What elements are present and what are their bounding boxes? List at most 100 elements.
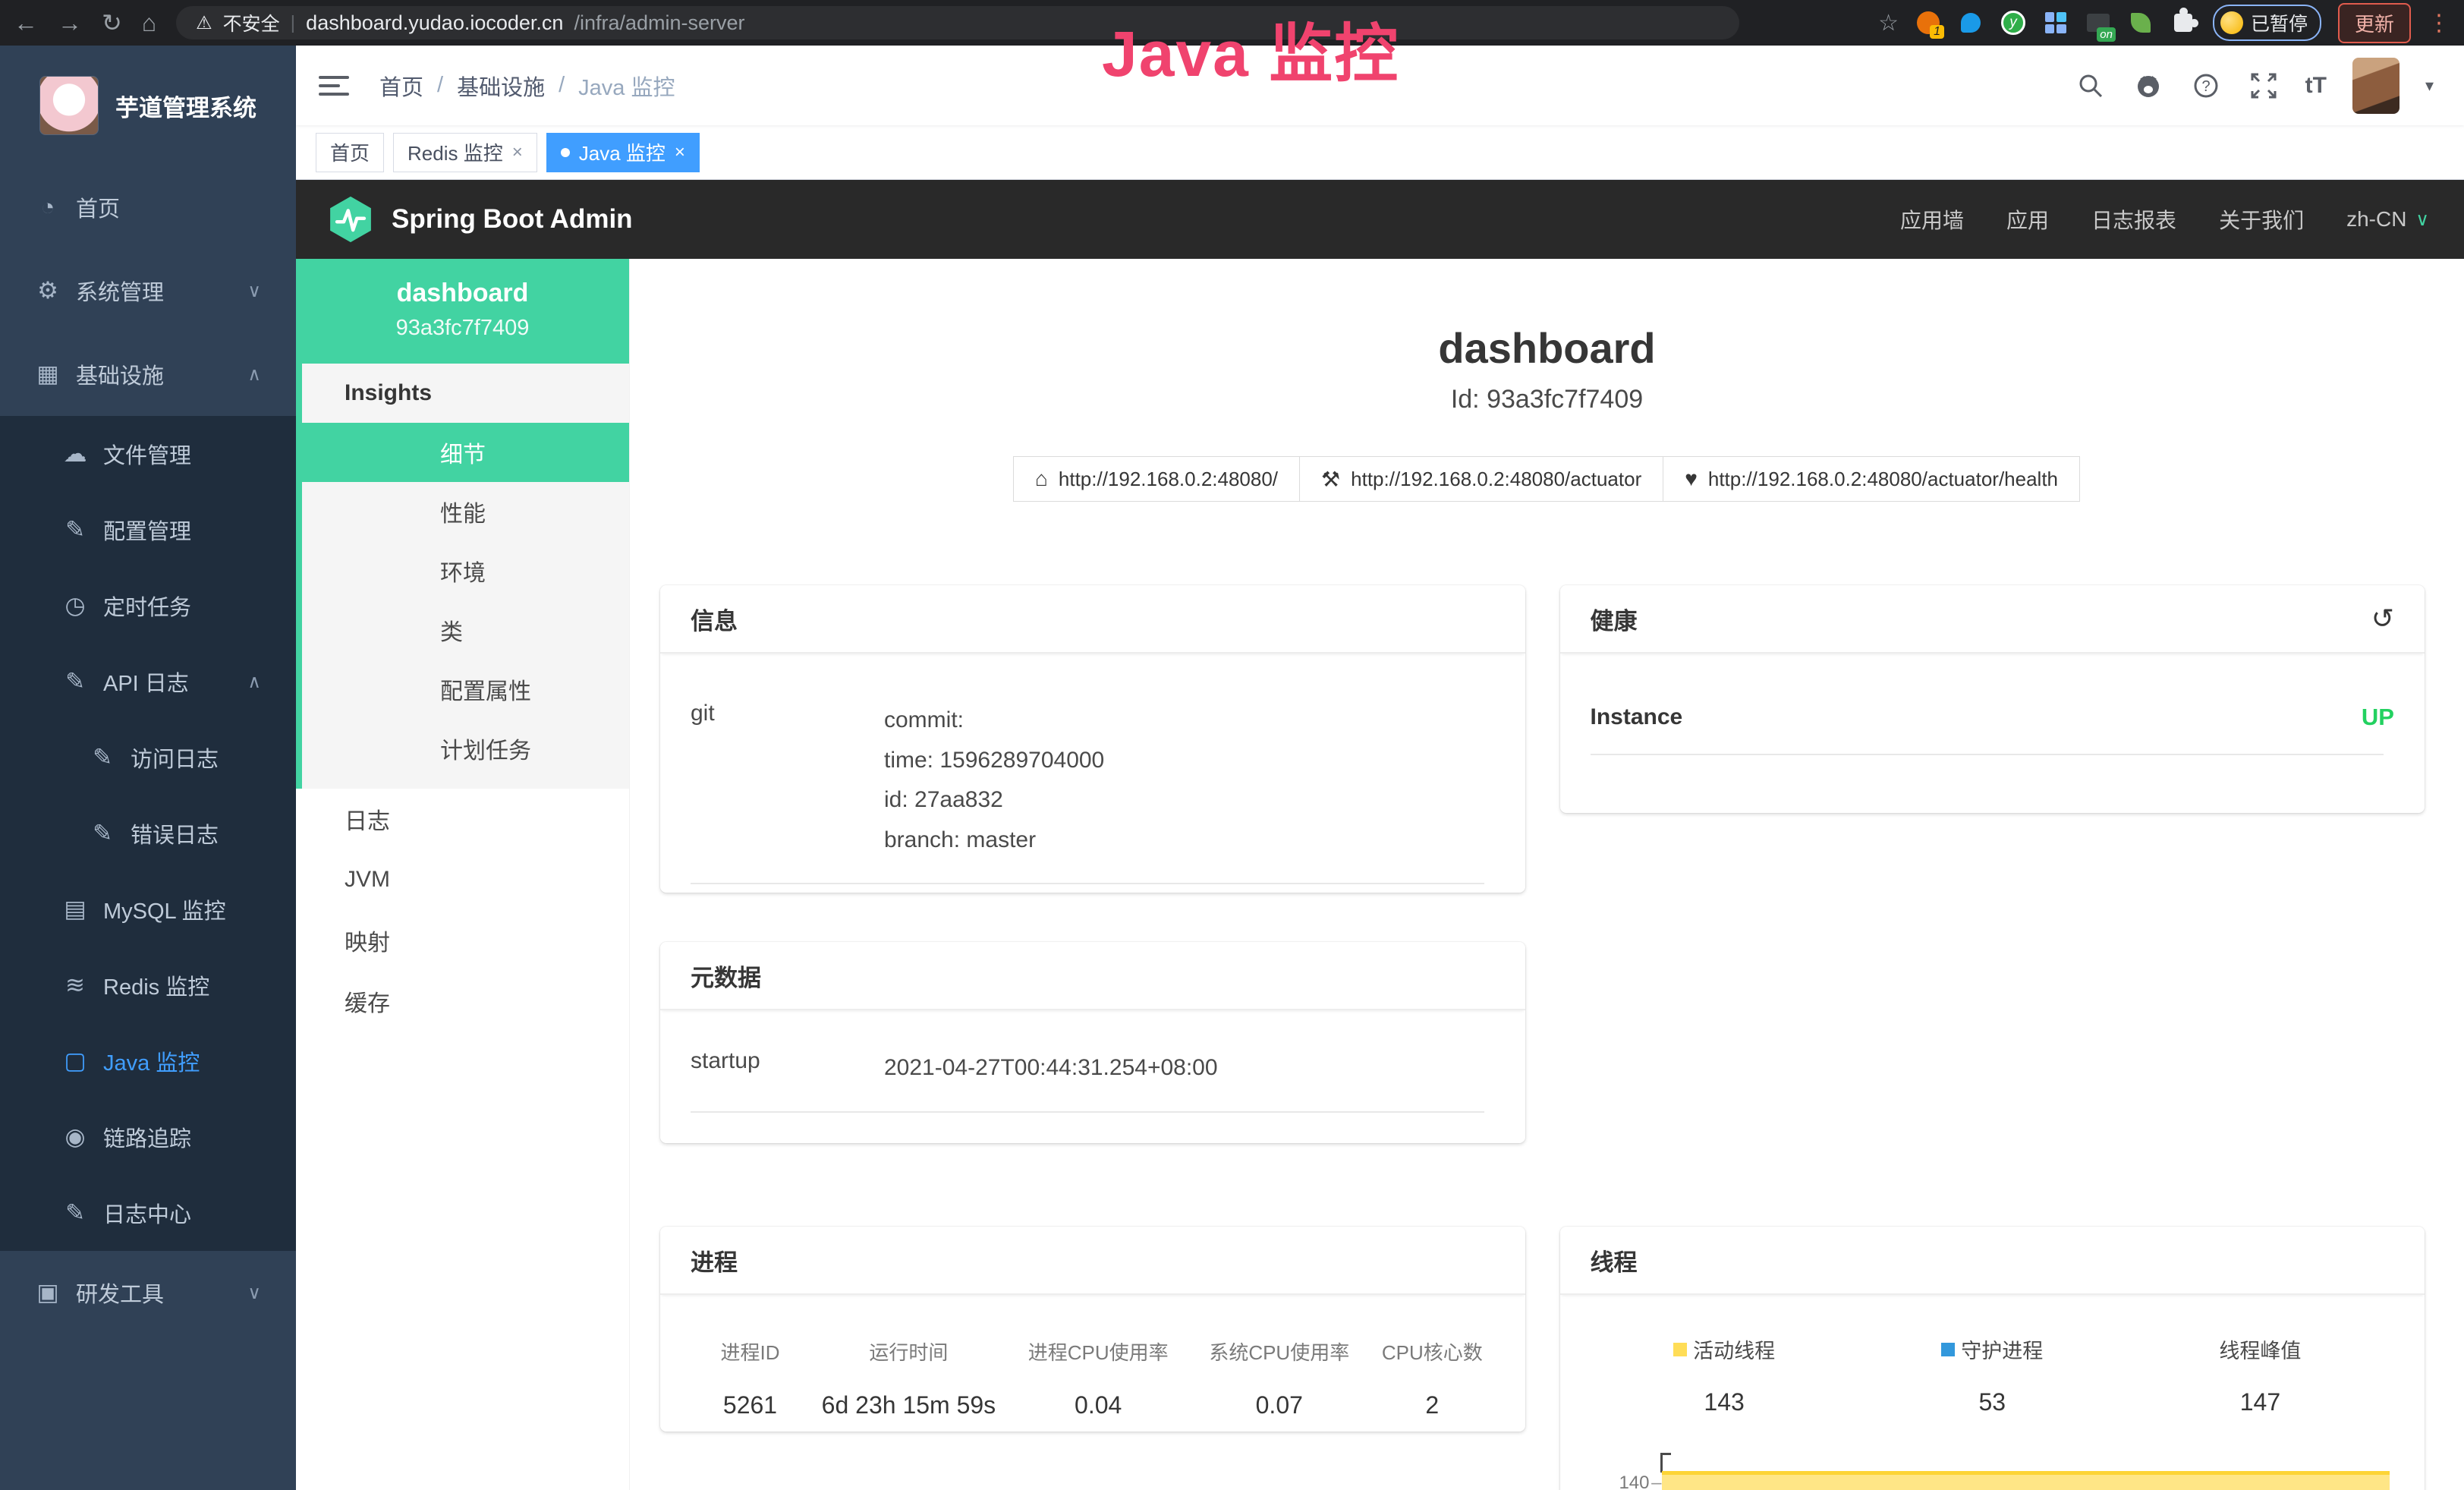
sba-item-environment[interactable]: 环境 bbox=[302, 541, 629, 600]
extension-onetab-icon[interactable]: on bbox=[2085, 10, 2111, 36]
search-icon[interactable] bbox=[2075, 70, 2107, 102]
app-logo bbox=[39, 76, 99, 135]
breadcrumb-separator: / bbox=[559, 73, 565, 98]
extensions-puzzle-icon[interactable] bbox=[2170, 10, 2196, 36]
sidebar-item-scheduled-jobs[interactable]: ◷ 定时任务 bbox=[0, 568, 296, 644]
user-avatar[interactable] bbox=[2352, 58, 2399, 114]
close-icon[interactable]: × bbox=[512, 142, 523, 163]
extension-badge-count: 1 bbox=[1930, 25, 1944, 39]
sba-locale-select[interactable]: zh-CN ∨ bbox=[2346, 207, 2429, 232]
sidebar-item-dev-tools[interactable]: ▣ 研发工具 ∨ bbox=[0, 1251, 296, 1334]
sba-item-metrics[interactable]: 性能 bbox=[302, 482, 629, 541]
process-table: 进程ID 5261 运行时间 6d 23h 15m 59s 进程CPU使用率 bbox=[691, 1337, 1495, 1419]
sba-item-details[interactable]: 细节 bbox=[296, 423, 629, 482]
sidebar-item-infrastructure[interactable]: ▦ 基础设施 ∧ bbox=[0, 332, 296, 416]
browser-menu-icon[interactable]: ⋮ bbox=[2428, 10, 2450, 36]
paused-badge[interactable]: 已暂停 bbox=[2213, 5, 2321, 41]
briefcase-icon: ▣ bbox=[30, 1279, 65, 1306]
sidebar-item-redis-monitor[interactable]: ≋ Redis 监控 bbox=[0, 947, 296, 1023]
sba-nav-journal[interactable]: 日志报表 bbox=[2091, 204, 2176, 235]
instance-actuator-link[interactable]: ⚒ http://192.168.0.2:48080/actuator bbox=[1299, 456, 1663, 502]
sba-item-jvm[interactable]: JVM bbox=[296, 849, 629, 910]
sidebar-item-api-log[interactable]: ✎ API 日志 ∧ bbox=[0, 644, 296, 720]
bookmark-star-icon[interactable]: ☆ bbox=[1878, 10, 1899, 36]
browser-back-icon[interactable]: ← bbox=[14, 11, 38, 35]
sba-nav-wallboard[interactable]: 应用墙 bbox=[1900, 204, 1964, 235]
axis-line bbox=[1660, 1453, 1663, 1473]
instance-health-link[interactable]: ♥ http://192.168.0.2:48080/actuator/heal… bbox=[1663, 456, 2080, 502]
close-icon[interactable]: × bbox=[675, 142, 685, 163]
sidebar-item-tracing[interactable]: ◉ 链路追踪 bbox=[0, 1099, 296, 1175]
sidebar-item-error-log[interactable]: ✎ 错误日志 bbox=[0, 795, 296, 871]
extension-badge-on: on bbox=[2097, 27, 2116, 42]
sba-item-logs[interactable]: 日志 bbox=[296, 789, 629, 849]
breadcrumb-home[interactable]: 首页 bbox=[379, 70, 423, 102]
screen-icon: ▢ bbox=[58, 1047, 93, 1075]
browser-home-icon[interactable]: ⌂ bbox=[142, 11, 156, 35]
active-tab-dot bbox=[561, 148, 570, 157]
sidebar-item-mysql-monitor[interactable]: ▤ MySQL 监控 bbox=[0, 871, 296, 947]
row-divider bbox=[691, 883, 1484, 884]
chevron-down-icon: ∨ bbox=[247, 280, 261, 302]
tags-view-bar: 首页 Redis 监控 × Java 监控 × bbox=[296, 125, 2464, 180]
edit-icon: ✎ bbox=[58, 516, 93, 543]
tab-redis-monitor[interactable]: Redis 监控 × bbox=[393, 133, 537, 172]
daemon-threads-swatch bbox=[1941, 1343, 1955, 1356]
not-secure-warning-icon: ⚠ bbox=[196, 12, 212, 34]
tab-home[interactable]: 首页 bbox=[316, 133, 384, 172]
sidebar-item-access-log[interactable]: ✎ 访问日志 bbox=[0, 720, 296, 795]
sba-item-scheduled-tasks[interactable]: 计划任务 bbox=[302, 719, 629, 778]
sidebar-item-java-monitor[interactable]: ▢ Java 监控 bbox=[0, 1023, 296, 1099]
address-bar[interactable]: ⚠ 不安全 | dashboard.yudao.iocoder.cn/infra… bbox=[176, 6, 1739, 39]
browser-update-button[interactable]: 更新 bbox=[2338, 3, 2411, 43]
breadcrumb-infrastructure[interactable]: 基础设施 bbox=[457, 70, 545, 102]
sba-item-classes[interactable]: 类 bbox=[302, 600, 629, 660]
process-card: 进程 进程ID 5261 运行时间 6d 23h 15m 59 bbox=[660, 1227, 1525, 1432]
paused-badge-label: 已暂停 bbox=[2251, 9, 2308, 36]
app-logo-row[interactable]: 芋道管理系统 bbox=[0, 46, 296, 165]
sba-item-mappings[interactable]: 映射 bbox=[296, 910, 629, 971]
app-title: 芋道管理系统 bbox=[115, 89, 256, 123]
extension-adblock-icon[interactable]: 1 bbox=[1915, 10, 1941, 36]
legend-label: 守护进程 bbox=[1961, 1334, 2043, 1364]
extension-leaf-icon[interactable] bbox=[2128, 10, 2154, 36]
health-card: 健康 ↺ Instance UP bbox=[1560, 585, 2425, 813]
sidebar-toggle-icon[interactable] bbox=[319, 76, 349, 96]
browser-reload-icon[interactable]: ↻ bbox=[102, 11, 122, 35]
sba-main-content: dashboard Id: 93a3fc7f7409 ⌂ http://192.… bbox=[630, 259, 2464, 1490]
font-size-icon[interactable]: tT bbox=[2305, 73, 2327, 99]
sba-instance-header[interactable]: dashboard 93a3fc7f7409 bbox=[296, 259, 629, 364]
breadcrumb: 首页 / 基础设施 / Java 监控 bbox=[379, 70, 675, 102]
health-status-badge: UP bbox=[2362, 704, 2394, 731]
github-icon[interactable] bbox=[2132, 70, 2164, 102]
browser-forward-icon[interactable]: → bbox=[58, 11, 82, 35]
sba-brand[interactable]: Spring Boot Admin bbox=[326, 195, 633, 244]
sidebar-item-file-management[interactable]: ☁ 文件管理 bbox=[0, 416, 296, 492]
threads-legend: 活动线程 143 守护进程 bbox=[1591, 1334, 2395, 1416]
sba-nav-applications[interactable]: 应用 bbox=[2006, 204, 2049, 235]
sidebar-item-log-center[interactable]: ✎ 日志中心 bbox=[0, 1175, 296, 1251]
help-icon[interactable]: ? bbox=[2190, 70, 2222, 102]
breadcrumb-current: Java 监控 bbox=[578, 70, 675, 102]
extension-grid-icon[interactable] bbox=[2043, 10, 2069, 36]
sidebar-item-label: MySQL 监控 bbox=[103, 893, 226, 925]
sba-nav-about[interactable]: 关于我们 bbox=[2219, 204, 2304, 235]
sidebar-item-config-management[interactable]: ✎ 配置管理 bbox=[0, 492, 296, 568]
sidebar-item-home[interactable]: ◔ 首页 bbox=[0, 165, 296, 249]
sba-item-config-props[interactable]: 配置属性 bbox=[302, 660, 629, 719]
tab-java-monitor[interactable]: Java 监控 × bbox=[546, 133, 700, 172]
threads-chart-yaxis: 140 120 100 bbox=[1591, 1453, 1660, 1490]
sidebar-item-system-management[interactable]: ⚙ 系统管理 ∨ bbox=[0, 249, 296, 332]
sba-item-caches[interactable]: 缓存 bbox=[296, 971, 629, 1032]
instance-links: ⌂ http://192.168.0.2:48080/ ⚒ http://192… bbox=[630, 456, 2464, 502]
sidebar-item-label: 访问日志 bbox=[131, 742, 219, 773]
extension-y-icon[interactable]: y bbox=[2000, 10, 2026, 36]
instance-home-link[interactable]: ⌂ http://192.168.0.2:48080/ bbox=[1013, 456, 1300, 502]
user-menu-caret-icon[interactable]: ▾ bbox=[2425, 76, 2434, 96]
process-col-header: CPU核心数 bbox=[1376, 1337, 1488, 1366]
health-heart-icon: ♥ bbox=[1685, 467, 1698, 491]
not-secure-label[interactable]: 不安全 bbox=[223, 9, 280, 36]
extension-pin-icon[interactable] bbox=[1958, 10, 1984, 36]
fullscreen-icon[interactable] bbox=[2248, 70, 2280, 102]
history-icon[interactable]: ↺ bbox=[2371, 603, 2394, 635]
